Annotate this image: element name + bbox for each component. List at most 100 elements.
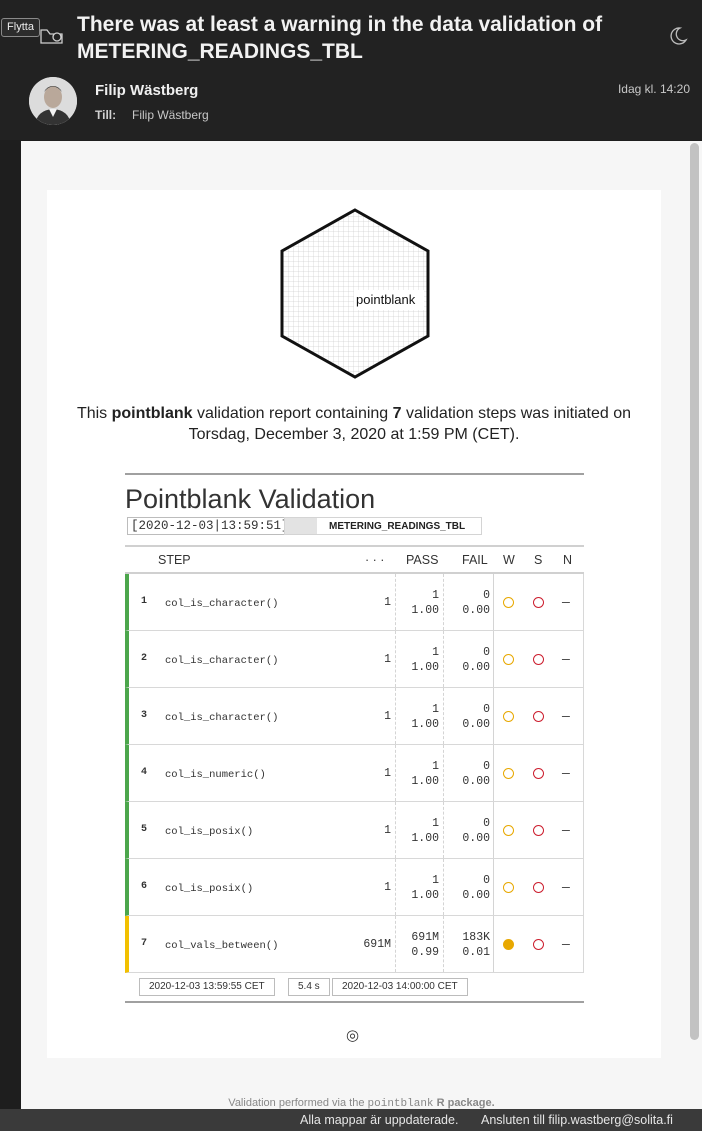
step-fail: 183K 0.01 — [462, 931, 490, 959]
notify-indicator: — — [562, 709, 570, 724]
notify-indicator: — — [562, 595, 570, 610]
step-pass: 691M 0.99 — [411, 931, 439, 959]
step-function: col_vals_between() — [165, 940, 279, 952]
warn-indicator-icon — [503, 939, 514, 950]
table-header: STEP · · · PASS FAIL W S N — [125, 547, 584, 574]
report-timestamp: [2020-12-03|13:59:51] — [127, 517, 293, 535]
step-pass: 1 1.00 — [411, 874, 439, 902]
move-tooltip: Flytta — [1, 18, 40, 37]
step-function: col_is_character() — [165, 598, 279, 610]
table-row: 5 col_is_posix() 1 1 1.00 0 0.00 — — [125, 802, 584, 859]
step-number: 1 — [141, 596, 148, 607]
validation-report: Pointblank Validation [2020-12-03|13:59:… — [125, 473, 584, 1003]
stop-indicator-icon — [533, 825, 544, 836]
header-fail: FAIL — [462, 553, 488, 567]
warn-indicator-icon — [503, 768, 514, 779]
report-intro: This pointblank validation report contai… — [76, 405, 632, 443]
report-meta: [2020-12-03|13:59:51] METERING_READINGS_… — [125, 516, 584, 538]
report-footer: 2020-12-03 13:59:55 CET 5.4 s 2020-12-03… — [125, 978, 584, 1000]
step-fail: 0 0.00 — [462, 760, 490, 788]
step-pass: 1 1.00 — [411, 817, 439, 845]
body-scrollbar[interactable] — [690, 143, 699, 1040]
step-pass: 1 1.00 — [411, 589, 439, 617]
step-pass: 1 1.00 — [411, 646, 439, 674]
table-row: 7 col_vals_between() 691M 691M 0.99 183K 0.01 — — [125, 916, 584, 973]
notify-indicator: — — [562, 652, 570, 667]
table-body: 1 col_is_character() 1 1 1.00 0 0.00 — 2 col_is_c… — [125, 574, 584, 973]
pointblank-logo: pointblank — [280, 208, 430, 379]
step-units: 1 — [384, 710, 391, 723]
stop-indicator-icon — [533, 711, 544, 722]
report-title: Pointblank Validation — [125, 484, 376, 514]
recipient-name[interactable]: Filip Wästberg — [132, 108, 209, 122]
validation-table: STEP · · · PASS FAIL W S N 1 col_is_chara… — [125, 545, 584, 973]
step-function: col_is_character() — [165, 712, 279, 724]
step-number: 3 — [141, 710, 148, 721]
notify-indicator: — — [562, 766, 570, 781]
start-time: 2020-12-03 13:59:55 CET — [139, 978, 275, 996]
table-type-swatch — [285, 518, 317, 534]
step-function: col_is_posix() — [165, 826, 254, 838]
step-pass: 1 1.00 — [411, 703, 439, 731]
status-sync: Alla mappar är uppdaterade. — [300, 1113, 459, 1127]
logo-text: pointblank — [356, 292, 416, 307]
table-row: 1 col_is_character() 1 1 1.00 0 0.00 — — [125, 574, 584, 631]
step-fail: 0 0.00 — [462, 817, 490, 845]
table-name-badge: METERING_READINGS_TBL — [284, 517, 482, 535]
table-row: 4 col_is_numeric() 1 1 1.00 0 0.00 — — [125, 745, 584, 802]
email-date: Idag kl. 14:20 — [617, 82, 690, 96]
warn-indicator-icon — [503, 711, 514, 722]
notify-indicator: — — [562, 823, 570, 838]
step-fail: 0 0.00 — [462, 703, 490, 731]
step-fail: 0 0.00 — [462, 589, 490, 617]
header-n: N — [563, 553, 573, 567]
stop-indicator-icon — [533, 768, 544, 779]
header-s: S — [534, 553, 543, 567]
step-function: col_is_posix() — [165, 883, 254, 895]
stop-indicator-icon — [533, 654, 544, 665]
step-function: col_is_numeric() — [165, 769, 266, 781]
header-units: · · · — [365, 553, 385, 567]
step-number: 6 — [141, 881, 148, 892]
header-pass: PASS — [406, 553, 439, 567]
stop-indicator-icon — [533, 939, 544, 950]
warn-indicator-icon — [503, 654, 514, 665]
step-number: 4 — [141, 767, 148, 778]
status-bar: Alla mappar är uppdaterade. Ansluten til… — [0, 1109, 702, 1131]
step-units: 1 — [384, 653, 391, 666]
warn-indicator-icon — [503, 882, 514, 893]
step-function: col_is_character() — [165, 655, 279, 667]
report-card: pointblank This pointblank validation re… — [47, 190, 661, 1058]
move-message-icon[interactable] — [38, 24, 66, 46]
notify-indicator: — — [562, 880, 570, 895]
step-fail: 0 0.00 — [462, 874, 490, 902]
sender-name[interactable]: Filip Wästberg — [95, 82, 198, 99]
step-units: 691M — [363, 938, 391, 951]
step-number: 7 — [141, 938, 148, 949]
email-subject: There was at least a warning in the data… — [77, 13, 603, 63]
stop-indicator-icon — [533, 597, 544, 608]
step-fail: 0 0.00 — [462, 646, 490, 674]
table-row: 3 col_is_character() 1 1 1.00 0 0.00 — — [125, 688, 584, 745]
table-row: 2 col_is_character() 1 1 1.00 0 0.00 — — [125, 631, 584, 688]
step-number: 5 — [141, 824, 148, 835]
email-body: pointblank This pointblank validation re… — [21, 141, 702, 1110]
message-header: Flytta There was at least a warning in t… — [0, 0, 702, 140]
warn-indicator-icon — [503, 825, 514, 836]
target-icon: ◎ — [346, 1027, 360, 1044]
notify-indicator: — — [562, 937, 570, 952]
to-label: Till: — [95, 108, 117, 122]
header-w: W — [503, 553, 515, 567]
step-units: 1 — [384, 767, 391, 780]
step-units: 1 — [384, 596, 391, 609]
end-time: 2020-12-03 14:00:00 CET — [332, 978, 468, 996]
status-connection: Ansluten till filip.wastberg@solita.fi — [481, 1113, 673, 1127]
step-pass: 1 1.00 — [411, 760, 439, 788]
duration: 5.4 s — [288, 978, 330, 996]
dark-mode-moon-icon[interactable] — [668, 26, 688, 46]
sender-avatar — [29, 77, 77, 125]
table-row: 6 col_is_posix() 1 1 1.00 0 0.00 — — [125, 859, 584, 916]
warn-indicator-icon — [503, 597, 514, 608]
step-number: 2 — [141, 653, 148, 664]
stop-indicator-icon — [533, 882, 544, 893]
